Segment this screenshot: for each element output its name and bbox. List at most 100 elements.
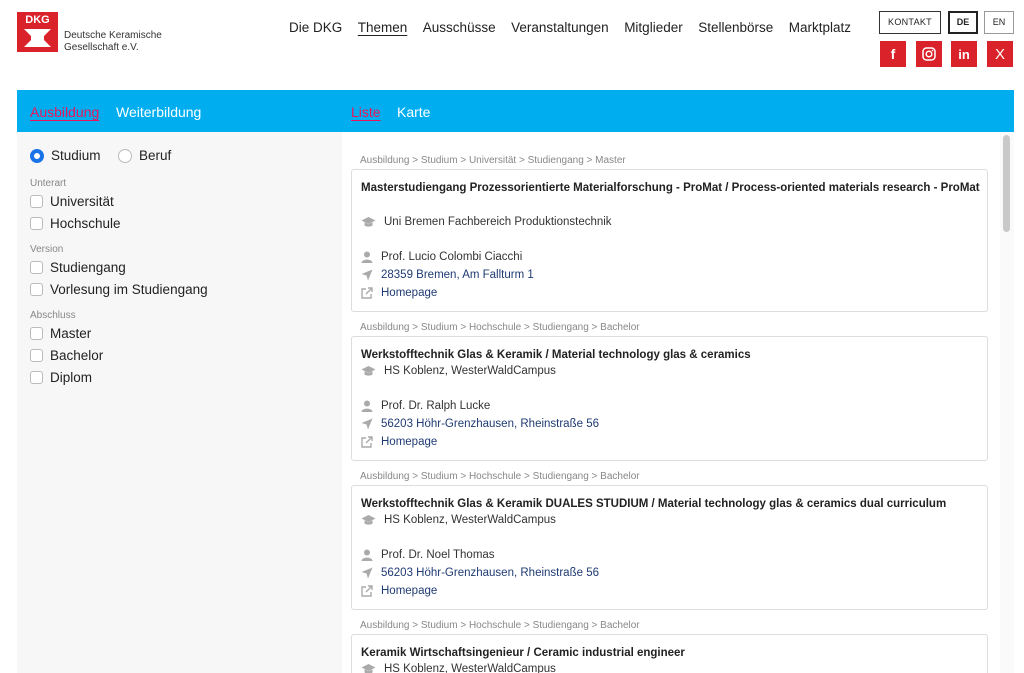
x-icon[interactable]: X	[987, 41, 1013, 67]
homepage-row[interactable]: Homepage	[361, 436, 437, 448]
location-arrow-icon	[361, 567, 373, 579]
person-row: Prof. Lucio Colombi Ciacchi	[361, 251, 522, 263]
org-name-line2: Gesellschaft e.V.	[64, 42, 139, 53]
result-card: Masterstudiengang Prozessorientierte Mat…	[351, 169, 988, 312]
checkbox-bachelor[interactable]: Bachelor	[30, 348, 103, 363]
homepage-link[interactable]: Homepage	[381, 287, 437, 299]
facebook-icon[interactable]: f	[880, 41, 906, 67]
nav-item-themen[interactable]: Themen	[358, 20, 408, 35]
graduation-cap-icon	[361, 515, 376, 525]
external-link-icon	[361, 287, 373, 299]
checkbox[interactable]	[30, 195, 43, 208]
checkbox-diplom[interactable]: Diplom	[30, 370, 92, 385]
checkbox[interactable]	[30, 283, 43, 296]
checkbox-vorlesung[interactable]: Vorlesung im Studiengang	[30, 282, 208, 297]
graduation-cap-icon	[361, 366, 376, 376]
org-name: Deutsche Keramische Gesellschaft e.V.	[64, 30, 162, 54]
graduation-cap-icon	[361, 217, 376, 227]
checkbox-label: Diplom	[50, 370, 93, 385]
institution-name: Uni Bremen Fachbereich Produktionstechni…	[384, 216, 612, 228]
checkbox[interactable]	[30, 327, 43, 340]
scrollbar-thumb[interactable]	[1003, 135, 1010, 232]
homepage-row[interactable]: Homepage	[361, 585, 437, 597]
filter-panel: Studium Beruf Unterart Universität Hochs…	[17, 132, 342, 673]
result-card: Werkstofftechnik Glas & Keramik / Materi…	[351, 336, 988, 461]
institution-name: HS Koblenz, WesterWaldCampus	[384, 365, 556, 377]
radio-studium[interactable]: Studium	[30, 148, 101, 163]
address-row[interactable]: 56203 Höhr-Grenzhausen, Rheinstraße 56	[361, 418, 599, 430]
checkbox-universitaet[interactable]: Universität	[30, 194, 114, 209]
radio-button[interactable]	[30, 148, 44, 163]
kontakt-button[interactable]: KONTAKT	[879, 11, 941, 34]
tab-liste[interactable]: Liste	[351, 104, 381, 120]
result-title[interactable]: Masterstudiengang Prozessorientierte Mat…	[361, 180, 981, 197]
tab-karte[interactable]: Karte	[397, 104, 430, 120]
org-name-line1: Deutsche Keramische	[64, 30, 162, 41]
checkbox[interactable]	[30, 371, 43, 384]
nav-item-veranstaltungen[interactable]: Veranstaltungen	[511, 20, 609, 35]
lang-en-button[interactable]: EN	[984, 11, 1014, 34]
results-list: Ausbildung > Studium > Universität > Stu…	[351, 132, 988, 673]
address-row[interactable]: 28359 Bremen, Am Fallturm 1	[361, 269, 534, 281]
external-link-icon	[361, 436, 373, 448]
person-icon	[361, 549, 373, 561]
radio-label: Beruf	[139, 148, 172, 163]
checkbox[interactable]	[30, 217, 43, 230]
checkbox-label: Hochschule	[50, 216, 121, 231]
address-link[interactable]: 28359 Bremen, Am Fallturm 1	[381, 269, 534, 281]
nav-item-mitglieder[interactable]: Mitglieder	[624, 20, 683, 35]
dkg-logo[interactable]: DKG	[17, 12, 58, 52]
checkbox[interactable]	[30, 349, 43, 362]
checkbox-studiengang[interactable]: Studiengang	[30, 260, 126, 275]
checkbox-label: Studiengang	[50, 260, 126, 275]
homepage-link[interactable]: Homepage	[381, 436, 437, 448]
checkbox-master[interactable]: Master	[30, 326, 91, 341]
nav-item-ausschuesse[interactable]: Ausschüsse	[423, 20, 496, 35]
graduation-cap-icon	[361, 664, 376, 673]
site-header: DKG Deutsche Keramische Gesellschaft e.V…	[0, 0, 1024, 90]
person-icon	[361, 400, 373, 412]
checkbox-hochschule[interactable]: Hochschule	[30, 216, 121, 231]
result-title[interactable]: Werkstofftechnik Glas & Keramik / Materi…	[361, 347, 981, 364]
institution-name: HS Koblenz, WesterWaldCampus	[384, 663, 556, 673]
tab-bar: Ausbildung Weiterbildung Liste Karte	[17, 90, 1014, 132]
homepage-link[interactable]: Homepage	[381, 585, 437, 597]
nav-item-die-dkg[interactable]: Die DKG	[289, 20, 342, 35]
result-card: Werkstofftechnik Glas & Keramik DUALES S…	[351, 485, 988, 610]
institution-row: Uni Bremen Fachbereich Produktionstechni…	[361, 216, 612, 228]
checkbox-label: Master	[50, 326, 92, 341]
contact-person: Prof. Dr. Ralph Lucke	[381, 400, 491, 412]
tab-ausbildung[interactable]: Ausbildung	[30, 104, 99, 120]
person-row: Prof. Dr. Noel Thomas	[361, 549, 495, 561]
lang-de-button[interactable]: DE	[948, 11, 978, 34]
location-arrow-icon	[361, 269, 373, 281]
checkbox-label: Universität	[50, 194, 114, 209]
result-breadcrumb: Ausbildung > Studium > Hochschule > Stud…	[360, 471, 640, 482]
contact-person: Prof. Lucio Colombi Ciacchi	[381, 251, 523, 263]
radio-label: Studium	[51, 148, 101, 163]
result-breadcrumb: Ausbildung > Studium > Universität > Stu…	[360, 155, 626, 166]
institution-row: HS Koblenz, WesterWaldCampus	[361, 365, 556, 377]
checkbox[interactable]	[30, 261, 43, 274]
nav-item-marktplatz[interactable]: Marktplatz	[789, 20, 851, 35]
linkedin-icon[interactable]: in	[951, 41, 977, 67]
person-row: Prof. Dr. Ralph Lucke	[361, 400, 490, 412]
result-title[interactable]: Werkstofftechnik Glas & Keramik DUALES S…	[361, 496, 981, 513]
group-label-version: Version	[30, 244, 64, 255]
result-breadcrumb: Ausbildung > Studium > Hochschule > Stud…	[360, 322, 640, 333]
contact-person: Prof. Dr. Noel Thomas	[381, 549, 495, 561]
result-title[interactable]: Keramik Wirtschaftsingenieur / Ceramic i…	[361, 645, 981, 662]
radio-button[interactable]	[118, 148, 132, 163]
address-link[interactable]: 56203 Höhr-Grenzhausen, Rheinstraße 56	[381, 418, 599, 430]
tab-weiterbildung[interactable]: Weiterbildung	[116, 104, 201, 120]
address-row[interactable]: 56203 Höhr-Grenzhausen, Rheinstraße 56	[361, 567, 599, 579]
radio-beruf[interactable]: Beruf	[118, 148, 171, 163]
checkbox-label: Bachelor	[50, 348, 104, 363]
address-link[interactable]: 56203 Höhr-Grenzhausen, Rheinstraße 56	[381, 567, 599, 579]
instagram-glyph-icon	[922, 47, 936, 61]
homepage-row[interactable]: Homepage	[361, 287, 437, 299]
result-breadcrumb: Ausbildung > Studium > Hochschule > Stud…	[360, 620, 640, 631]
logo-mark-icon	[24, 29, 51, 47]
instagram-icon[interactable]	[916, 41, 942, 67]
nav-item-stellenboerse[interactable]: Stellenbörse	[698, 20, 773, 35]
